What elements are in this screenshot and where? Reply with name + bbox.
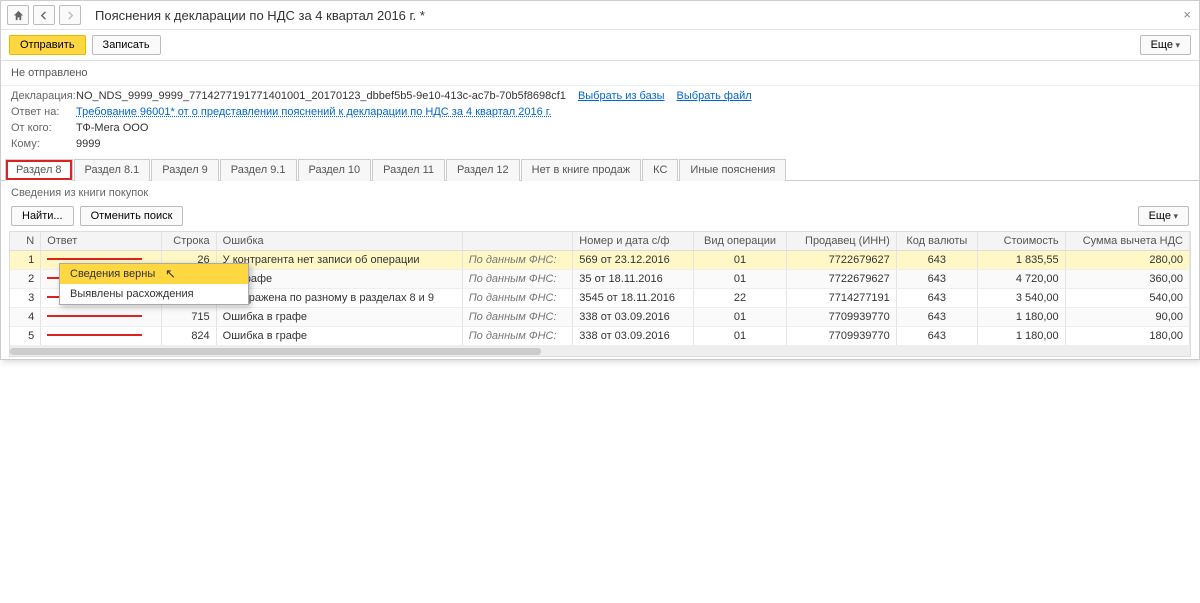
send-status: Не отправлено bbox=[1, 61, 1199, 86]
home-icon bbox=[13, 10, 24, 21]
col-n[interactable]: N bbox=[10, 232, 41, 251]
action-bar: Отправить Записать Еще bbox=[1, 30, 1199, 61]
cancel-find-button[interactable]: Отменить поиск bbox=[80, 206, 184, 226]
tab-раздел-12[interactable]: Раздел 12 bbox=[446, 159, 520, 181]
requirement-link[interactable]: Требование 96001* от о представлении поя… bbox=[76, 106, 551, 118]
tab-раздел-10[interactable]: Раздел 10 bbox=[298, 159, 372, 181]
answer-field[interactable] bbox=[47, 258, 142, 260]
find-button[interactable]: Найти... bbox=[11, 206, 74, 226]
forward-button[interactable] bbox=[59, 5, 81, 25]
to-value: 9999 bbox=[76, 138, 100, 150]
horizontal-scrollbar[interactable] bbox=[10, 346, 1190, 356]
save-button[interactable]: Записать bbox=[92, 35, 161, 55]
topbar: Пояснения к декларации по НДС за 4 кварт… bbox=[1, 1, 1199, 30]
tab-кс[interactable]: КС bbox=[642, 159, 678, 181]
arrow-left-icon bbox=[39, 10, 50, 21]
answer-field[interactable] bbox=[47, 334, 142, 336]
tab-раздел-11[interactable]: Раздел 11 bbox=[372, 159, 445, 181]
answer-context-menu: Сведения верны Выявлены расхождения bbox=[59, 263, 249, 305]
more-button[interactable]: Еще bbox=[1140, 35, 1191, 55]
back-button[interactable] bbox=[33, 5, 55, 25]
tab-раздел-9.1[interactable]: Раздел 9.1 bbox=[220, 159, 297, 181]
cursor-icon: ↖ bbox=[165, 266, 176, 282]
choose-file-link[interactable]: Выбрать файл bbox=[677, 90, 752, 102]
info-label-to: Кому: bbox=[11, 138, 76, 150]
table-row[interactable]: 4715Ошибка в графеПо данным ФНС:338 от 0… bbox=[10, 308, 1190, 327]
tab-раздел-9[interactable]: Раздел 9 bbox=[151, 159, 219, 181]
col-seller-inn[interactable]: Продавец (ИНН) bbox=[787, 232, 897, 251]
col-currency[interactable]: Код валюты bbox=[896, 232, 977, 251]
menu-item-discrepancies[interactable]: Выявлены расхождения bbox=[60, 284, 248, 304]
tab-раздел-8.1[interactable]: Раздел 8.1 bbox=[74, 159, 151, 181]
home-button[interactable] bbox=[7, 5, 29, 25]
col-source[interactable] bbox=[462, 232, 573, 251]
app-window: Пояснения к декларации по НДС за 4 кварт… bbox=[0, 0, 1200, 360]
tabs: Раздел 8Раздел 8.1Раздел 9Раздел 9.1Разд… bbox=[1, 158, 1199, 181]
info-label-answer: Ответ на: bbox=[11, 106, 76, 118]
table-toolbar: Найти... Отменить поиск Еще bbox=[1, 203, 1199, 229]
col-vat-sum[interactable]: Сумма вычета НДС bbox=[1065, 232, 1189, 251]
tab-нет-в-книге-продаж[interactable]: Нет в книге продаж bbox=[521, 159, 642, 181]
send-button[interactable]: Отправить bbox=[9, 35, 86, 55]
info-label-declaration: Декларация: bbox=[11, 90, 76, 102]
from-value: ТФ-Мега ООО bbox=[76, 122, 148, 134]
table-row[interactable]: 5824Ошибка в графеПо данным ФНС:338 от 0… bbox=[10, 327, 1190, 346]
col-cost[interactable]: Стоимость bbox=[977, 232, 1065, 251]
arrow-right-icon bbox=[65, 10, 76, 21]
tab-иные-пояснения[interactable]: Иные пояснения bbox=[679, 159, 786, 181]
close-button[interactable]: × bbox=[1183, 7, 1191, 22]
col-operation[interactable]: Вид операции bbox=[693, 232, 786, 251]
info-label-from: От кого: bbox=[11, 122, 76, 134]
col-invoice[interactable]: Номер и дата с/ф bbox=[573, 232, 694, 251]
col-answer[interactable]: Ответ bbox=[41, 232, 162, 251]
info-block: Декларация: NO_NDS_9999_9999_77142771917… bbox=[1, 86, 1199, 158]
table-more-button[interactable]: Еще bbox=[1138, 206, 1189, 226]
table-wrap: N Ответ Строка Ошибка Номер и дата с/ф В… bbox=[9, 231, 1191, 357]
choose-from-base-link[interactable]: Выбрать из базы bbox=[578, 90, 665, 102]
declaration-value: NO_NDS_9999_9999_7714277191771401001_201… bbox=[76, 90, 566, 102]
tab-раздел-8[interactable]: Раздел 8 bbox=[5, 159, 73, 181]
answer-field[interactable] bbox=[47, 315, 142, 317]
table-subheader: Сведения из книги покупок bbox=[1, 181, 1199, 203]
col-error[interactable]: Ошибка bbox=[216, 232, 462, 251]
col-row[interactable]: Строка bbox=[161, 232, 216, 251]
menu-item-correct[interactable]: Сведения верны bbox=[60, 264, 248, 284]
window-title: Пояснения к декларации по НДС за 4 кварт… bbox=[95, 8, 425, 23]
